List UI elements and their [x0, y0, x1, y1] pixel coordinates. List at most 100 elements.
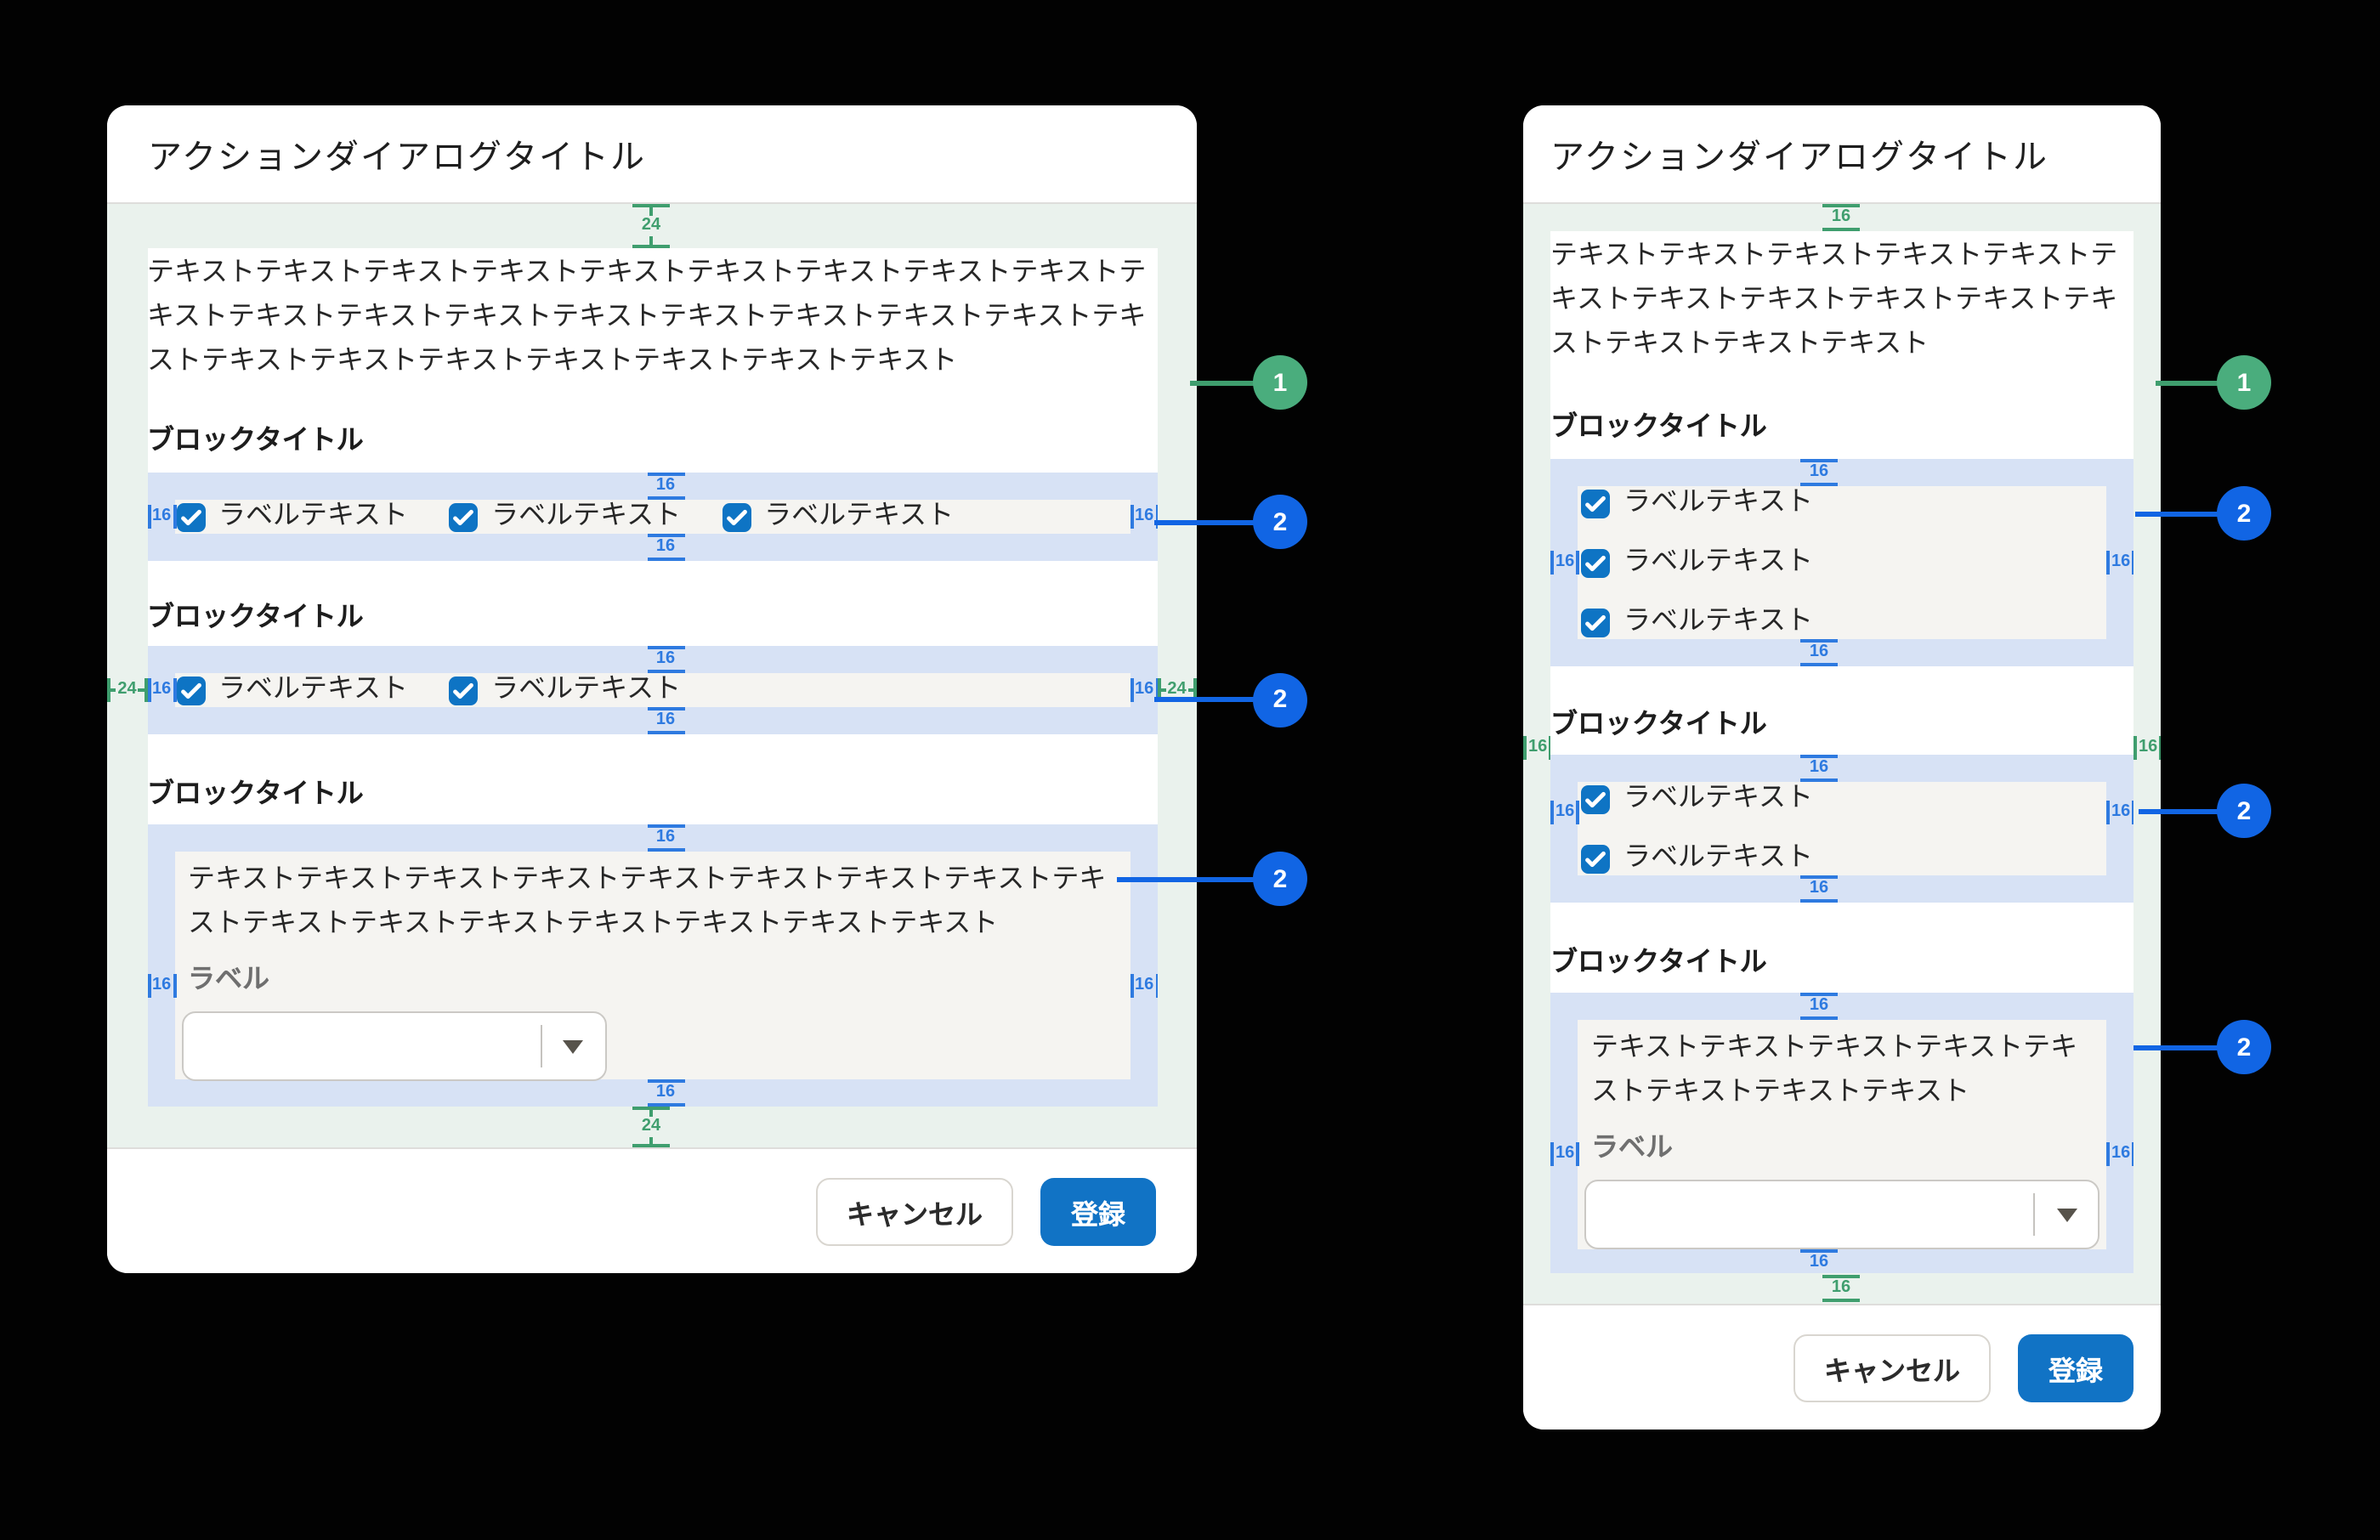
measured-block-form: 16 16 16 16 テキストテキストテキストテキストテキストテキストテキスト… — [1550, 993, 2134, 1273]
callout-badge-2: 2 — [2217, 486, 2271, 541]
block-title-1: ブロックタイトル — [147, 428, 1157, 456]
select-input[interactable] — [181, 1011, 606, 1081]
block-title-3: ブロックタイトル — [1550, 950, 2134, 977]
spacing-value: 16 — [656, 711, 675, 731]
checkbox-label: ラベルテキスト — [1624, 841, 1813, 875]
callout-line-blue — [1117, 876, 1255, 881]
spacing-value: 16 — [2110, 554, 2132, 571]
checkbox-checked-icon[interactable] — [1581, 784, 1610, 813]
checkbox-checked-icon[interactable] — [1581, 608, 1610, 637]
spacing-ruler-16: 16 — [643, 534, 688, 561]
spacing-value: 16 — [2110, 804, 2132, 821]
checkbox-checked-icon[interactable] — [449, 676, 478, 705]
checkbox-checked-icon[interactable] — [176, 676, 205, 705]
checkbox-option[interactable]: ラベルテキスト — [1581, 841, 2106, 875]
block-title-2: ブロックタイトル — [147, 605, 1157, 632]
checkbox-checked-icon[interactable] — [1581, 548, 1610, 577]
spacing-ruler-16: 16 — [1797, 755, 1841, 782]
checkbox-option[interactable]: ラベルテキスト — [1581, 546, 2106, 580]
dialog-body-text: テキストテキストテキストテキストテキストテキストテキストテキストテキストテキスト… — [1550, 231, 2134, 367]
spacing-value: 16 — [1832, 207, 1850, 228]
checkbox-checked-icon[interactable] — [722, 502, 751, 531]
spacing-value: 16 — [656, 1083, 675, 1103]
checkbox-checked-icon[interactable] — [449, 502, 478, 531]
callout-line-green — [2156, 380, 2218, 385]
spacing-value: 16 — [1832, 1278, 1850, 1299]
chevron-down-icon — [2033, 1193, 2098, 1236]
spacing-value: 16 — [1810, 758, 1828, 778]
checkbox-label: ラベルテキスト — [1624, 782, 1813, 816]
cancel-button[interactable]: キャンセル — [1794, 1333, 1991, 1401]
spacing-value: 16 — [150, 682, 173, 699]
callout-badge-1: 1 — [1253, 355, 1307, 410]
spacing-value: 16 — [1554, 804, 1576, 821]
checkbox-label: ラベルテキスト — [491, 673, 681, 707]
spacing-value: 16 — [1810, 1253, 1828, 1273]
spacing-value: 16 — [656, 476, 675, 496]
checkbox-group-stack: ラベルテキスト ラベルテキスト — [1578, 782, 2106, 875]
spacing-ruler-16: 16 — [643, 473, 688, 500]
measured-block-form: 16 16 16 16 テキストテキストテキストテキストテキストテキストテキスト… — [147, 824, 1157, 1107]
callout-badge-2: 2 — [2217, 1020, 2271, 1074]
measured-block-checkbox-stack-1: 16 16 16 16 ラベルテキスト — [1550, 459, 2134, 666]
spacing-value: 24 — [642, 1117, 660, 1137]
spacing-value: 16 — [1133, 682, 1155, 699]
dialog-desktop: アクションダイアログタイトル 24 24 24 24 テキストテキストテキストテ… — [107, 105, 1197, 1273]
dialog-header: アクションダイアログタイトル — [107, 105, 1197, 204]
checkbox-option[interactable]: ラベルテキスト — [1581, 605, 2106, 639]
spacing-ruler-24-top: 24 — [629, 204, 673, 248]
checkbox-option[interactable]: ラベルテキスト — [449, 500, 681, 534]
spacing-ruler-24-left: 24 — [107, 677, 147, 704]
callout-badge-2: 2 — [1253, 852, 1307, 906]
callout-line-blue — [1154, 519, 1255, 524]
checkbox-option[interactable]: ラベルテキスト — [449, 673, 681, 707]
block-title-3: ブロックタイトル — [147, 782, 1157, 809]
block-body-text: テキストテキストテキストテキストテキストテキストテキストテキストテキストテキスト… — [181, 858, 1123, 947]
checkbox-label: ラベルテキスト — [1624, 605, 1813, 639]
cancel-button[interactable]: キャンセル — [816, 1177, 1013, 1245]
spacing-value: 16 — [150, 508, 173, 525]
select-input[interactable] — [1584, 1180, 2100, 1249]
spacing-ruler-16: 16 — [1797, 993, 1841, 1020]
checkbox-option[interactable]: ラベルテキスト — [722, 500, 954, 534]
checkbox-checked-icon[interactable] — [1581, 844, 1610, 873]
dialog-title: アクションダイアログタイトル — [1550, 129, 2048, 178]
checkbox-option[interactable]: ラベルテキスト — [176, 500, 408, 534]
dialog-mobile: アクションダイアログタイトル 16 16 16 16 テキストテキストテキストテ… — [1523, 105, 2161, 1430]
spacing-value: 16 — [1133, 977, 1155, 994]
dialog-content: 24 24 24 24 テキストテキストテキストテキストテキストテキストテキスト… — [107, 204, 1197, 1147]
spacing-value: 16 — [2110, 1146, 2132, 1163]
spacing-ruler-16: 16 — [1797, 1249, 1841, 1273]
spacing-ruler-16: 16 — [643, 707, 688, 734]
spacing-value: 24 — [116, 682, 138, 699]
submit-button[interactable]: 登録 — [1040, 1177, 1156, 1245]
spacing-value: 16 — [1133, 508, 1155, 525]
dialog-header: アクションダイアログタイトル — [1523, 105, 2161, 204]
checkbox-option[interactable]: ラベルテキスト — [176, 673, 408, 707]
callout-badge-1: 1 — [2217, 355, 2271, 410]
checkbox-option[interactable]: ラベルテキスト — [1581, 486, 2106, 520]
spacing-ruler-16: 16 — [1797, 459, 1841, 486]
checkbox-group-stack: ラベルテキスト ラベルテキスト ラベルテキスト — [1578, 486, 2106, 639]
spacing-ruler-16: 16 — [1797, 639, 1841, 666]
spacing-value: 16 — [1527, 739, 1549, 756]
spacing-value: 16 — [150, 977, 173, 994]
spacing-ruler-16: 16 — [147, 972, 174, 999]
spacing-value: 16 — [2137, 739, 2159, 756]
checkbox-checked-icon[interactable] — [176, 502, 205, 531]
spacing-value: 24 — [642, 216, 660, 236]
content-panel: テキストテキストテキストテキストテキストテキストテキストテキストテキストテキスト… — [147, 248, 1157, 1107]
spacing-ruler-16: 16 — [1550, 1141, 1578, 1168]
spacing-ruler-16: 16 — [2106, 1141, 2134, 1168]
callout-line-blue — [2135, 511, 2218, 516]
spacing-value: 16 — [1810, 462, 1828, 483]
checkbox-checked-icon[interactable] — [1581, 489, 1610, 518]
checkbox-option[interactable]: ラベルテキスト — [1581, 782, 2106, 816]
spacing-ruler-16: 16 — [147, 503, 174, 530]
block-title-1: ブロックタイトル — [1550, 415, 2134, 442]
spacing-ruler-16: 16 — [643, 824, 688, 852]
callout-line-green — [1190, 380, 1255, 385]
spacing-ruler-16-left: 16 — [1523, 734, 1550, 762]
checkbox-group-row: ラベルテキスト ラベルテキスト ラベルテキスト — [174, 500, 1130, 534]
submit-button[interactable]: 登録 — [2018, 1333, 2134, 1401]
